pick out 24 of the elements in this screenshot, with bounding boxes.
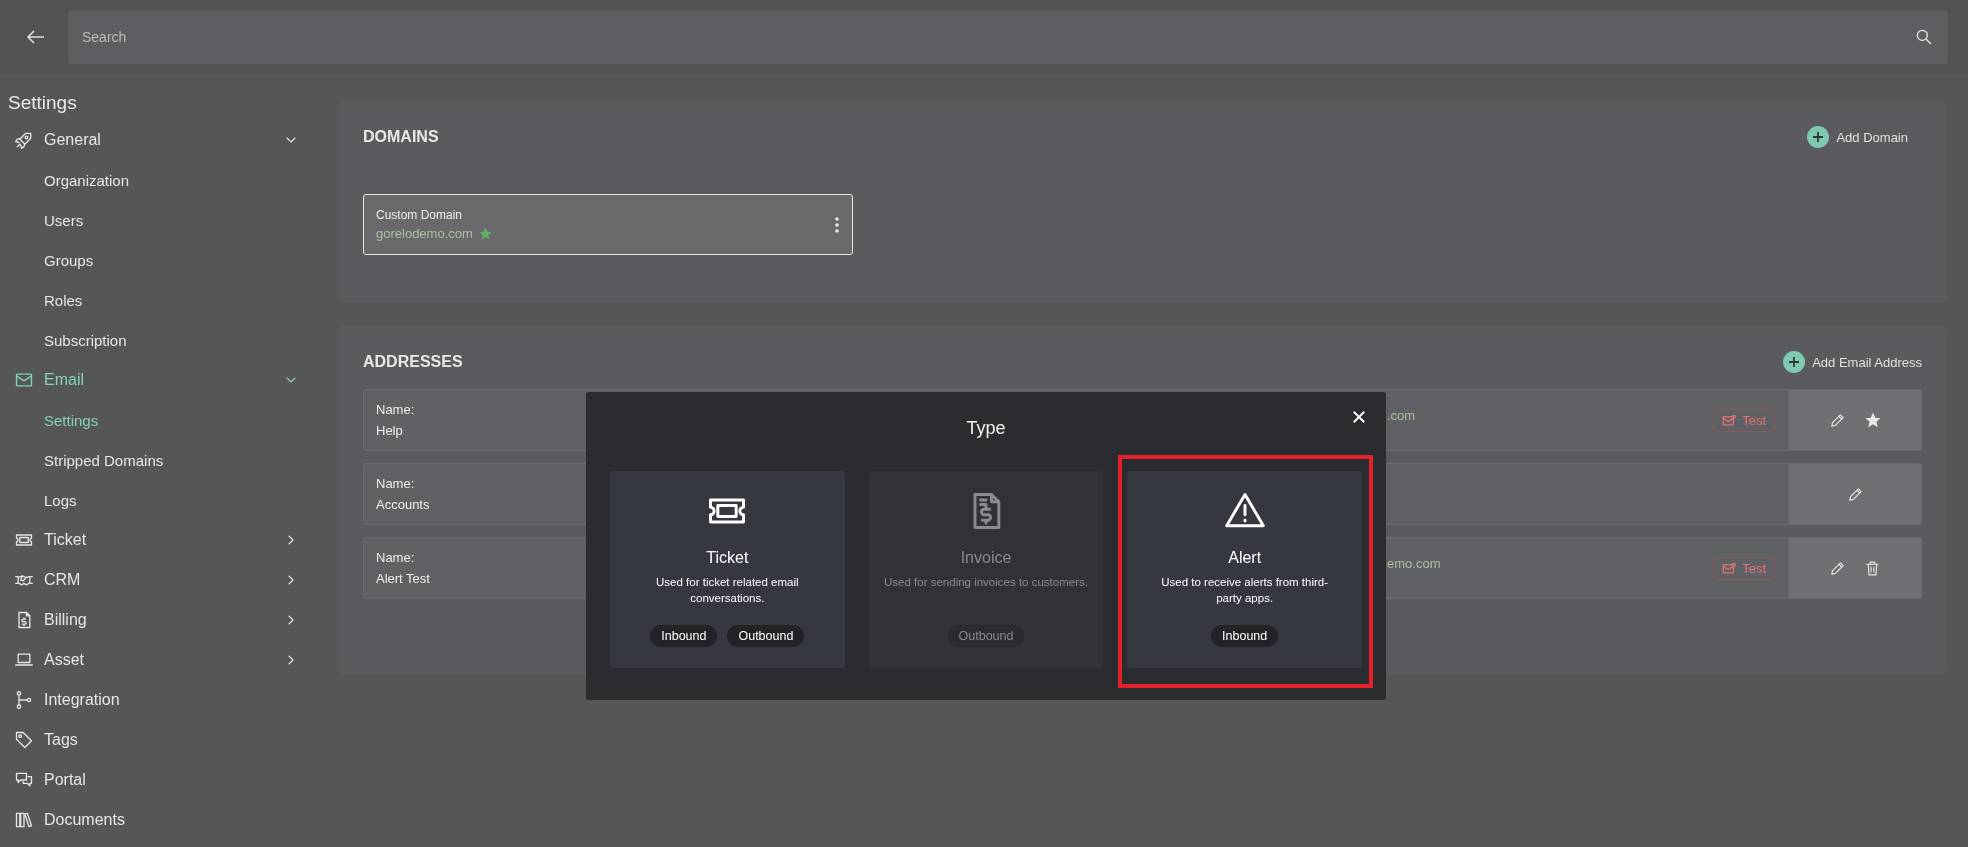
card-title: Invoice [960,549,1012,567]
direction-tag: Inbound [650,625,718,647]
forwarding-address: emo.com [1387,555,1441,571]
direction-tag: Outbound [947,625,1025,647]
name-label: Name: [376,476,415,491]
card-title: Alert [1228,549,1262,567]
name-label: Name: [376,550,415,565]
sidebar-title: Settings [8,92,77,114]
card-title: Ticket [706,549,749,567]
domain-label: Custom Domain [376,208,464,222]
section-title: DOMAINS [363,128,439,146]
direction-tag: Outbound [727,625,805,647]
forwarding-address: .com [1387,407,1416,423]
address-name: Alert Test [376,571,430,586]
name-label: Name: [376,402,415,417]
card-description: Used to receive alerts from third-party apps. [1160,575,1330,606]
card-description: Used for sending invoices to customers. [883,575,1089,590]
card-description: Used for ticket related email conversations. [655,575,800,606]
section-title: ADDRESSES [363,353,463,371]
dialog-title: Type [966,418,1006,439]
domain-name: gorelodemo.com [376,226,473,241]
address-name: Help [376,423,403,438]
direction-tag: Inbound [1211,625,1279,647]
address-name: Accounts [376,497,430,512]
